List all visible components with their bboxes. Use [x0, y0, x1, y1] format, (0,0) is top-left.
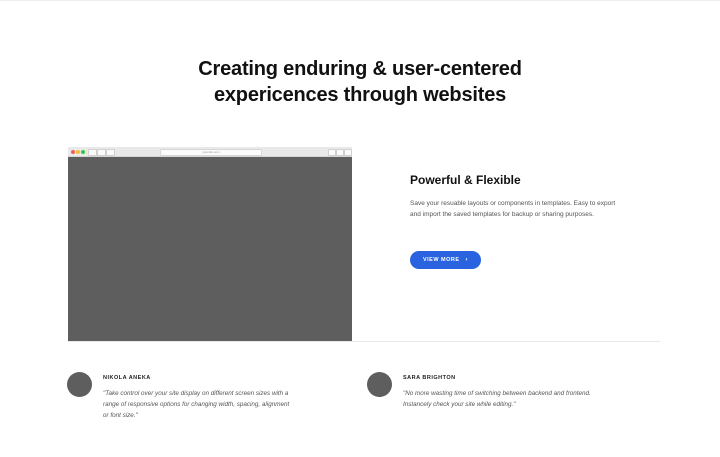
- window-close-dot-icon: [71, 150, 75, 154]
- back-arrow-icon: [88, 149, 97, 156]
- address-bar: yoursite.com: [160, 149, 262, 156]
- sidebar-icon: [106, 149, 115, 156]
- view-more-button[interactable]: VIEW MORE ›: [410, 251, 481, 269]
- window-minimize-dot-icon: [76, 150, 80, 154]
- feature-description: Save your resuable layouts or components…: [410, 200, 616, 218]
- new-tab-icon: [344, 149, 352, 156]
- testimonial-author: NIKOLA ANEKA: [103, 375, 151, 381]
- testimonial-quote: "Take control over your site display on …: [103, 390, 290, 419]
- share-icon: [328, 149, 336, 156]
- testimonial-quote: "No more wasting time of switching betwe…: [403, 390, 591, 408]
- testimonial-author: SARA BRIGHTON: [403, 375, 456, 381]
- feature-title: Powerful & Flexible: [410, 173, 521, 187]
- avatar: [367, 372, 392, 397]
- window-maximize-dot-icon: [81, 150, 85, 154]
- browser-toolbar: yoursite.com: [68, 147, 352, 157]
- view-more-label: VIEW MORE: [422, 257, 460, 263]
- hero-title-line-1: Creating enduring & user-centered: [198, 58, 522, 80]
- section-divider: [68, 341, 660, 342]
- top-divider: [0, 0, 720, 1]
- hero-title-line-2: expericences through websites: [213, 84, 507, 106]
- forward-arrow-icon: [97, 149, 106, 156]
- browser-mockup: yoursite.com: [68, 147, 352, 341]
- avatar: [67, 372, 92, 397]
- tabs-icon: [336, 149, 344, 156]
- chevron-right-icon: ›: [465, 257, 469, 263]
- hero-title: Creating enduring & user-centered experi…: [0, 56, 720, 108]
